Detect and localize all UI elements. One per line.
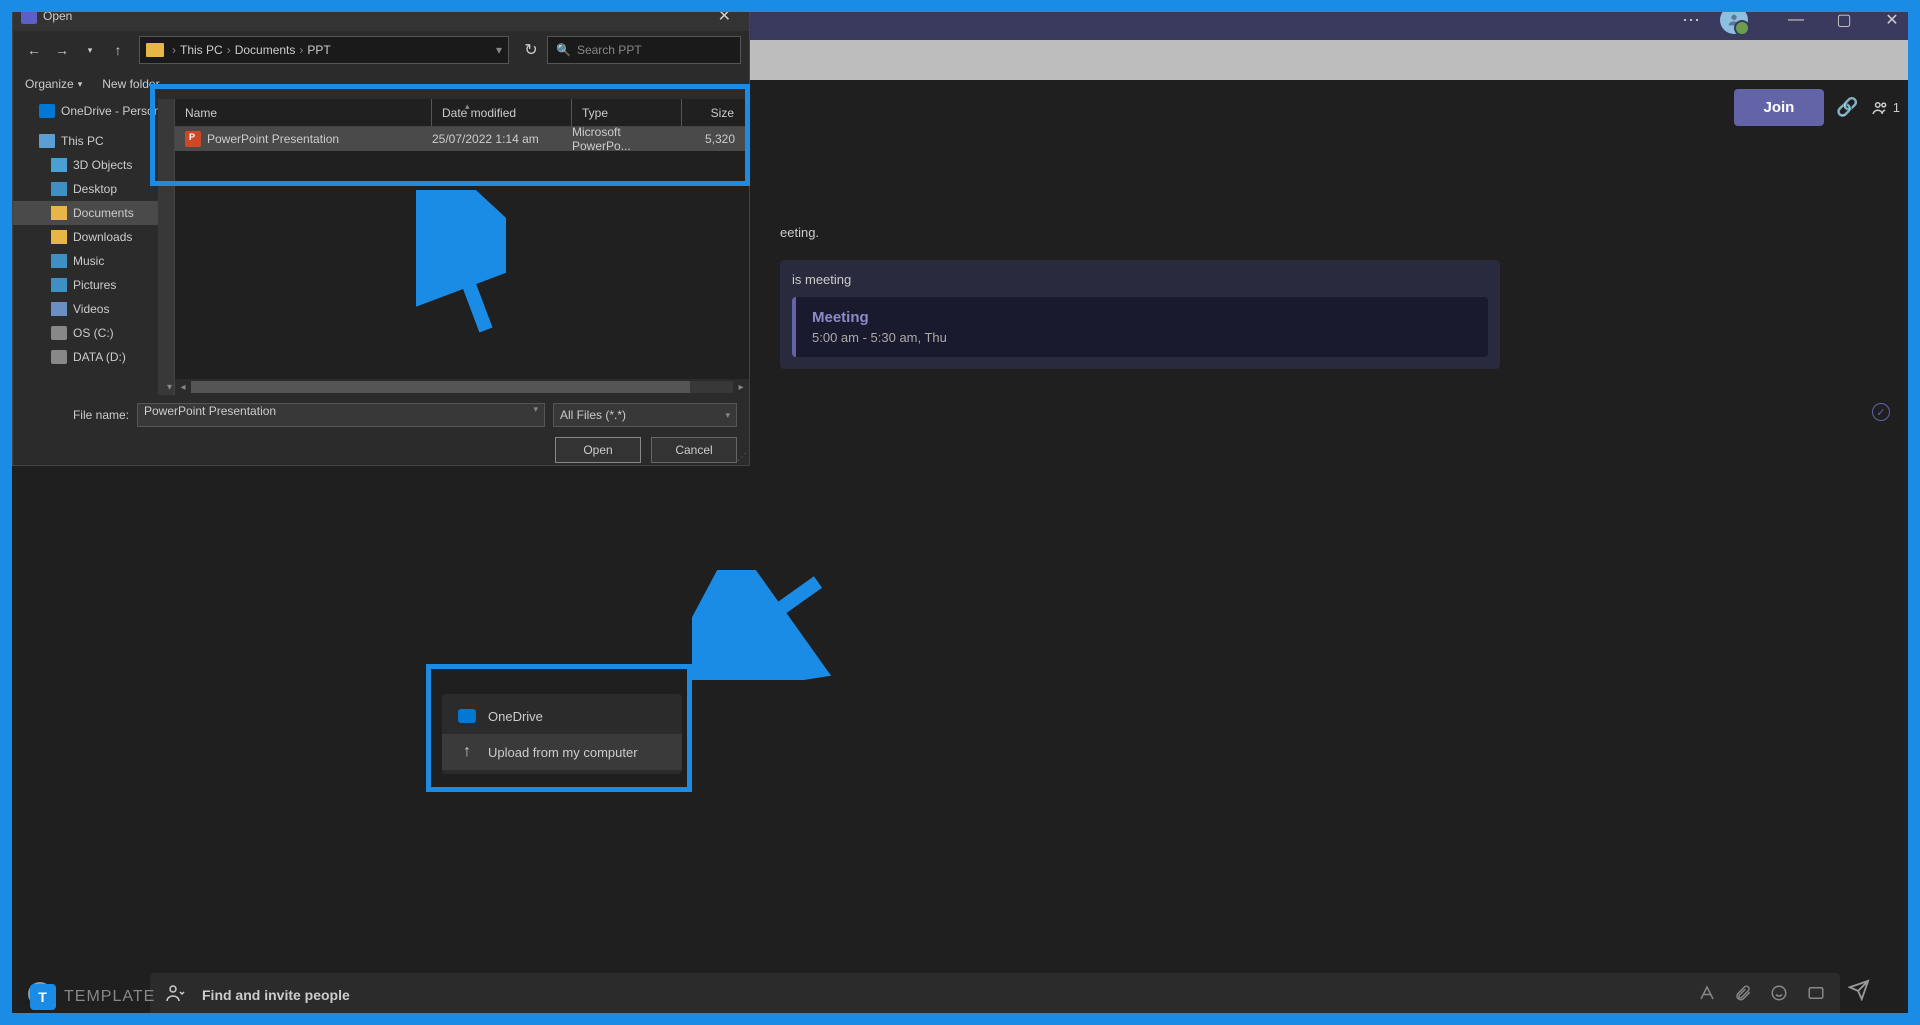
nav-back-icon[interactable]: ← — [21, 37, 47, 63]
ppt-file-icon — [185, 131, 201, 147]
col-type[interactable]: Type — [572, 99, 682, 126]
folder-tree: OneDrive - Person This PC 3D Objects Des… — [13, 99, 175, 395]
organize-button[interactable]: Organize ▾ — [25, 77, 82, 91]
nav-recent-icon[interactable]: ▾ — [77, 37, 103, 63]
search-input[interactable]: 🔍 Search PPT — [547, 36, 741, 64]
upload-menu: OneDrive ↑ Upload from my computer — [442, 694, 682, 774]
people-icon — [164, 981, 192, 1009]
close-button[interactable]: ✕ — [1872, 5, 1912, 35]
tree-desktop[interactable]: Desktop — [13, 177, 174, 201]
tree-thispc[interactable]: This PC — [13, 129, 174, 153]
tree-osc[interactable]: OS (C:) — [13, 321, 174, 345]
watermark: T TEMPLATE — [30, 984, 155, 1010]
compose-placeholder: Find and invite people — [202, 987, 1318, 1003]
resize-grip-icon[interactable]: ⋰ — [737, 452, 747, 463]
col-size[interactable]: Size — [682, 99, 749, 126]
filetype-select[interactable]: All Files (*.*) ▾ — [553, 403, 737, 427]
file-row[interactable]: PowerPoint Presentation 25/07/2022 1:14 … — [175, 127, 749, 151]
cancel-button[interactable]: Cancel — [651, 437, 737, 463]
dialog-footer: File name: PowerPoint Presentation ▾ All… — [13, 395, 749, 471]
tree-pictures[interactable]: Pictures — [13, 273, 174, 297]
upload-arrow-icon: ↑ — [458, 745, 476, 759]
upload-from-computer[interactable]: ↑ Upload from my computer — [442, 734, 682, 770]
meeting-card[interactable]: Meeting 5:00 am - 5:30 am, Thu — [792, 297, 1488, 357]
tree-music[interactable]: Music — [13, 249, 174, 273]
sort-arrow-icon: ▴ — [465, 101, 470, 112]
breadcrumb[interactable]: › This PC › Documents › PPT ▾ — [139, 36, 509, 64]
tree-3dobjects[interactable]: 3D Objects — [13, 153, 174, 177]
list-header: Name ▴ Date modified Type Size — [175, 99, 749, 127]
minimize-button[interactable]: — — [1776, 5, 1816, 35]
tree-documents[interactable]: Documents — [13, 201, 174, 225]
chevron-down-icon: ▾ — [725, 410, 730, 421]
filename-input[interactable]: PowerPoint Presentation ▾ — [137, 403, 545, 427]
emoji-icon[interactable] — [1770, 984, 1788, 1007]
dialog-title: Open — [43, 9, 72, 23]
meeting-card-container: is meeting Meeting 5:00 am - 5:30 am, Th… — [780, 260, 1500, 369]
checkmark-icon: ✓ — [1872, 403, 1890, 421]
send-icon[interactable] — [1848, 979, 1870, 1007]
format-icon[interactable] — [1698, 984, 1716, 1007]
tree-datad[interactable]: DATA (D:) — [13, 345, 174, 369]
open-button[interactable]: Open — [555, 437, 641, 463]
meeting-hint: eeting. — [780, 225, 1900, 240]
meeting-subtext: is meeting — [792, 272, 1488, 287]
search-icon: 🔍 — [556, 43, 571, 57]
newfolder-button[interactable]: New folder — [102, 77, 159, 91]
nav-forward-icon[interactable]: → — [49, 37, 75, 63]
meeting-title: Meeting — [812, 309, 1472, 326]
tree-downloads[interactable]: Downloads — [13, 225, 174, 249]
compose-toolbar — [1698, 984, 1826, 1007]
dialog-toolbar: Organize ▾ New folder — [13, 69, 749, 99]
more-icon[interactable]: ⋯ — [1682, 10, 1702, 31]
col-name[interactable]: Name — [175, 99, 432, 126]
chevron-down-icon[interactable]: ▾ — [496, 43, 502, 57]
maximize-button[interactable]: ▢ — [1824, 5, 1864, 35]
col-date[interactable]: Date modified — [432, 99, 572, 126]
avatar[interactable] — [1720, 6, 1748, 34]
dialog-titlebar: Open ✕ — [13, 1, 749, 31]
compose-bar[interactable]: Find and invite people — [150, 973, 1840, 1017]
file-open-dialog: Open ✕ ← → ▾ ↑ › This PC › Documents › P… — [12, 0, 750, 466]
file-list: Name ▴ Date modified Type Size PowerPoin… — [175, 99, 749, 395]
folder-icon — [146, 43, 164, 57]
dialog-app-icon — [21, 8, 37, 24]
watermark-icon: T — [30, 984, 56, 1010]
horizontal-scrollbar[interactable]: ◂ ▸ — [175, 379, 749, 395]
tree-scrollbar[interactable]: ▾ — [158, 99, 174, 395]
tree-onedrive[interactable]: OneDrive - Person — [13, 99, 174, 123]
dialog-close-icon[interactable]: ✕ — [708, 6, 741, 26]
filename-label: File name: — [25, 408, 129, 422]
refresh-icon[interactable]: ↻ — [517, 36, 545, 64]
attach-icon[interactable] — [1734, 984, 1752, 1007]
gif-icon[interactable] — [1806, 984, 1826, 1007]
link-icon[interactable]: 🔗 — [1836, 97, 1858, 118]
tree-videos[interactable]: Videos — [13, 297, 174, 321]
onedrive-icon — [458, 709, 476, 723]
upload-onedrive[interactable]: OneDrive — [442, 698, 682, 734]
dialog-nav: ← → ▾ ↑ › This PC › Documents › PPT ▾ ↻ … — [13, 31, 749, 69]
meeting-time: 5:00 am - 5:30 am, Thu — [812, 330, 1472, 345]
join-button[interactable]: Join — [1734, 89, 1825, 126]
nav-up-icon[interactable]: ↑ — [105, 37, 131, 63]
chevron-down-icon: ▾ — [533, 404, 538, 415]
participants-count[interactable]: 1 — [1871, 99, 1900, 117]
